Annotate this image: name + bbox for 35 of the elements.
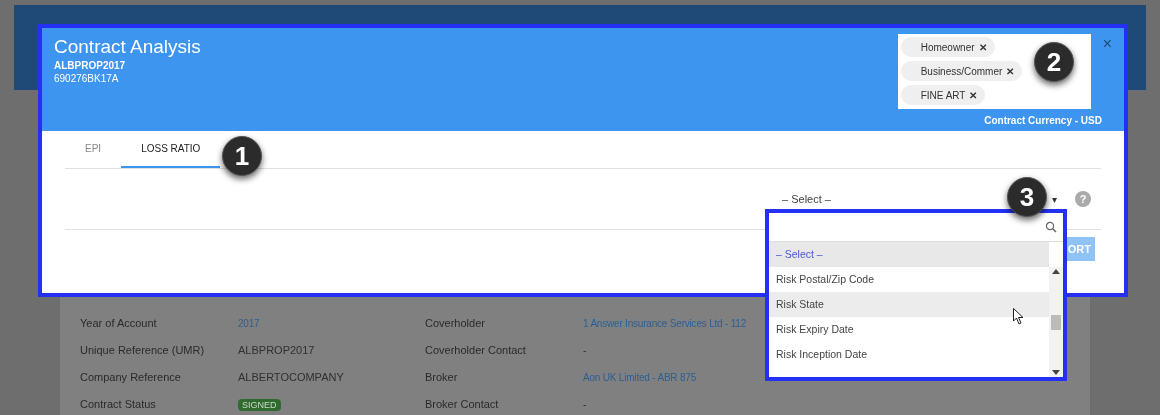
detail-label: Company Reference: [80, 370, 182, 385]
tag-remove-button[interactable]: ✕: [978, 39, 987, 55]
tag-label: FINE ART: [920, 88, 966, 103]
tab[interactable]: LOSS RATIO: [121, 130, 221, 168]
detail-value: ALBPROP2017: [238, 344, 315, 356]
dropdown-option[interactable]: Risk State: [769, 292, 1049, 317]
contract-currency: Contract Currency - USD: [984, 114, 1102, 128]
scroll-up-icon[interactable]: [1052, 269, 1060, 274]
detail-label: Unique Reference (UMR): [80, 343, 206, 358]
detail-label: Coverholder: [425, 316, 486, 331]
detail-value: -: [583, 398, 587, 410]
detail-label: Contract Status: [80, 397, 157, 412]
contract-code: ALBPROP2017: [54, 60, 127, 72]
select-field[interactable]: – Select –: [772, 190, 1002, 208]
status-badge: SIGNED: [238, 399, 281, 411]
contract-reference: 690276BK17A: [54, 72, 120, 85]
detail-label: Broker Contact: [425, 397, 500, 412]
scroll-down-icon[interactable]: [1052, 370, 1060, 375]
dropdown-option[interactable]: – Select –: [769, 242, 1049, 267]
detail-value: ALBERTOCOMPANY: [238, 371, 344, 383]
caret-icon[interactable]: ▾: [1052, 191, 1057, 207]
mouse-cursor-icon: [1013, 308, 1024, 325]
detail-label: Broker: [425, 370, 459, 385]
scrollbar[interactable]: [1049, 267, 1063, 377]
tag-label: Business/Commer: [920, 64, 1003, 79]
search-icon: [1045, 221, 1057, 233]
tag-label: Homeowner: [920, 40, 975, 55]
detail-label: Coverholder Contact: [425, 343, 527, 358]
tag-remove-button[interactable]: ✕: [969, 87, 978, 103]
detail-value: -: [583, 344, 587, 356]
tab[interactable]: EPI: [65, 130, 122, 168]
scrollbar-thumb[interactable]: [1051, 314, 1061, 330]
tag-remove-button[interactable]: ✕: [1006, 63, 1015, 79]
detail-label: Year of Account: [80, 316, 158, 331]
modal-title: Contract Analysis: [54, 35, 202, 59]
